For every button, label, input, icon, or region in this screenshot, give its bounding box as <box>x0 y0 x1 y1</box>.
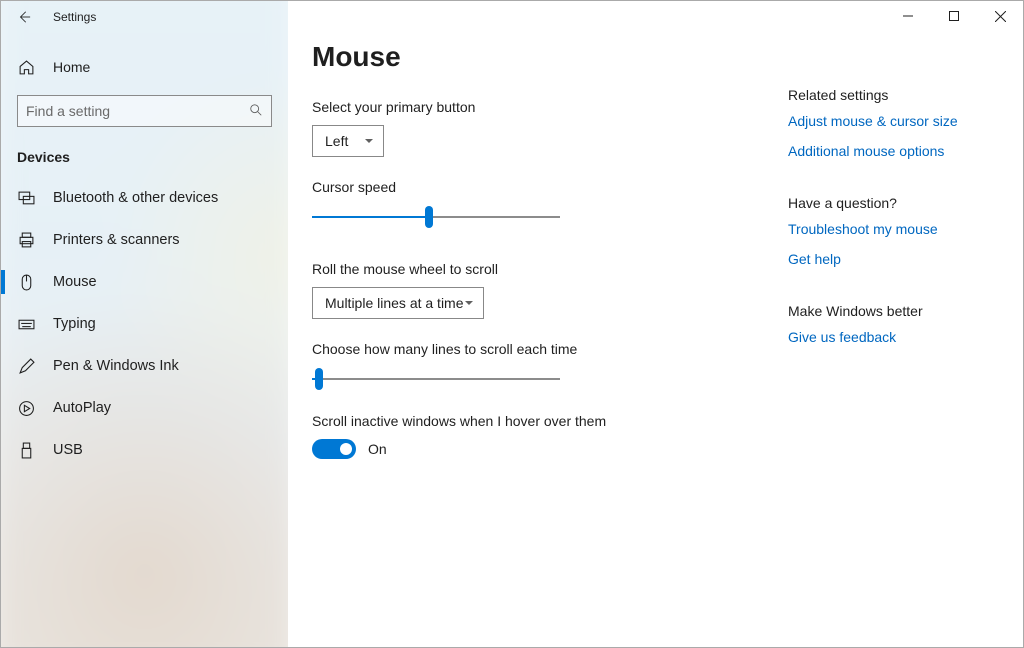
search-icon <box>249 103 263 120</box>
related-heading: Related settings <box>788 87 996 103</box>
primary-button-select[interactable]: Left <box>312 125 384 157</box>
cursor-speed-slider[interactable] <box>312 205 560 229</box>
lines-scroll-label: Choose how many lines to scroll each tim… <box>312 341 788 357</box>
home-icon <box>17 59 35 76</box>
window-title: Settings <box>53 10 96 24</box>
keyboard-icon <box>17 316 35 333</box>
page-title: Mouse <box>312 41 788 73</box>
primary-button-label: Select your primary button <box>312 99 788 115</box>
wheel-mode-value: Multiple lines at a time <box>325 295 464 311</box>
back-button[interactable] <box>15 8 33 26</box>
maximize-button[interactable] <box>931 1 977 31</box>
hover-scroll-label: Scroll inactive windows when I hover ove… <box>312 413 788 429</box>
nav-pen[interactable]: Pen & Windows Ink <box>1 345 288 387</box>
nav-printers[interactable]: Printers & scanners <box>1 219 288 261</box>
lines-scroll-slider[interactable] <box>312 367 560 391</box>
nav-item-label: USB <box>53 442 83 458</box>
close-button[interactable] <box>977 1 1023 31</box>
main-pane: Mouse Select your primary button Left Cu… <box>288 1 1023 647</box>
link-troubleshoot[interactable]: Troubleshoot my mouse <box>788 221 996 237</box>
nav-mouse[interactable]: Mouse <box>1 261 288 303</box>
link-adjust-cursor[interactable]: Adjust mouse & cursor size <box>788 113 996 129</box>
nav-item-label: Mouse <box>53 274 97 290</box>
hover-scroll-state: On <box>368 441 387 457</box>
titlebar-left: Settings <box>1 1 288 33</box>
nav-bluetooth[interactable]: Bluetooth & other devices <box>1 177 288 219</box>
minimize-button[interactable] <box>885 1 931 31</box>
home-label: Home <box>53 59 90 75</box>
nav-item-label: Pen & Windows Ink <box>53 358 179 374</box>
nav-usb[interactable]: USB <box>1 429 288 471</box>
nav-autoplay[interactable]: AutoPlay <box>1 387 288 429</box>
sidebar: Settings Home Devices <box>1 1 288 647</box>
question-heading: Have a question? <box>788 195 996 211</box>
link-feedback[interactable]: Give us feedback <box>788 329 996 345</box>
section-label: Devices <box>1 127 288 177</box>
autoplay-icon <box>17 400 35 417</box>
primary-button-value: Left <box>325 133 348 149</box>
printer-icon <box>17 232 35 249</box>
cursor-speed-label: Cursor speed <box>312 179 788 195</box>
pen-icon <box>17 358 35 375</box>
nav-item-label: AutoPlay <box>53 400 111 416</box>
devices-icon <box>17 190 35 207</box>
usb-icon <box>17 442 35 459</box>
nav-typing[interactable]: Typing <box>1 303 288 345</box>
search-box[interactable] <box>17 95 272 127</box>
link-get-help[interactable]: Get help <box>788 251 996 267</box>
wheel-mode-label: Roll the mouse wheel to scroll <box>312 261 788 277</box>
search-input[interactable] <box>26 103 249 119</box>
settings-window: Settings Home Devices <box>0 0 1024 648</box>
link-additional-options[interactable]: Additional mouse options <box>788 143 996 159</box>
nav-item-label: Typing <box>53 316 96 332</box>
feedback-heading: Make Windows better <box>788 303 996 319</box>
chevron-down-icon <box>365 139 373 143</box>
window-controls <box>885 1 1023 31</box>
chevron-down-icon <box>465 301 473 305</box>
hover-scroll-toggle[interactable] <box>312 439 356 459</box>
mouse-icon <box>17 274 35 291</box>
wheel-mode-select[interactable]: Multiple lines at a time <box>312 287 484 319</box>
nav-item-label: Bluetooth & other devices <box>53 190 218 206</box>
home-nav[interactable]: Home <box>1 47 288 87</box>
nav-item-label: Printers & scanners <box>53 232 180 248</box>
